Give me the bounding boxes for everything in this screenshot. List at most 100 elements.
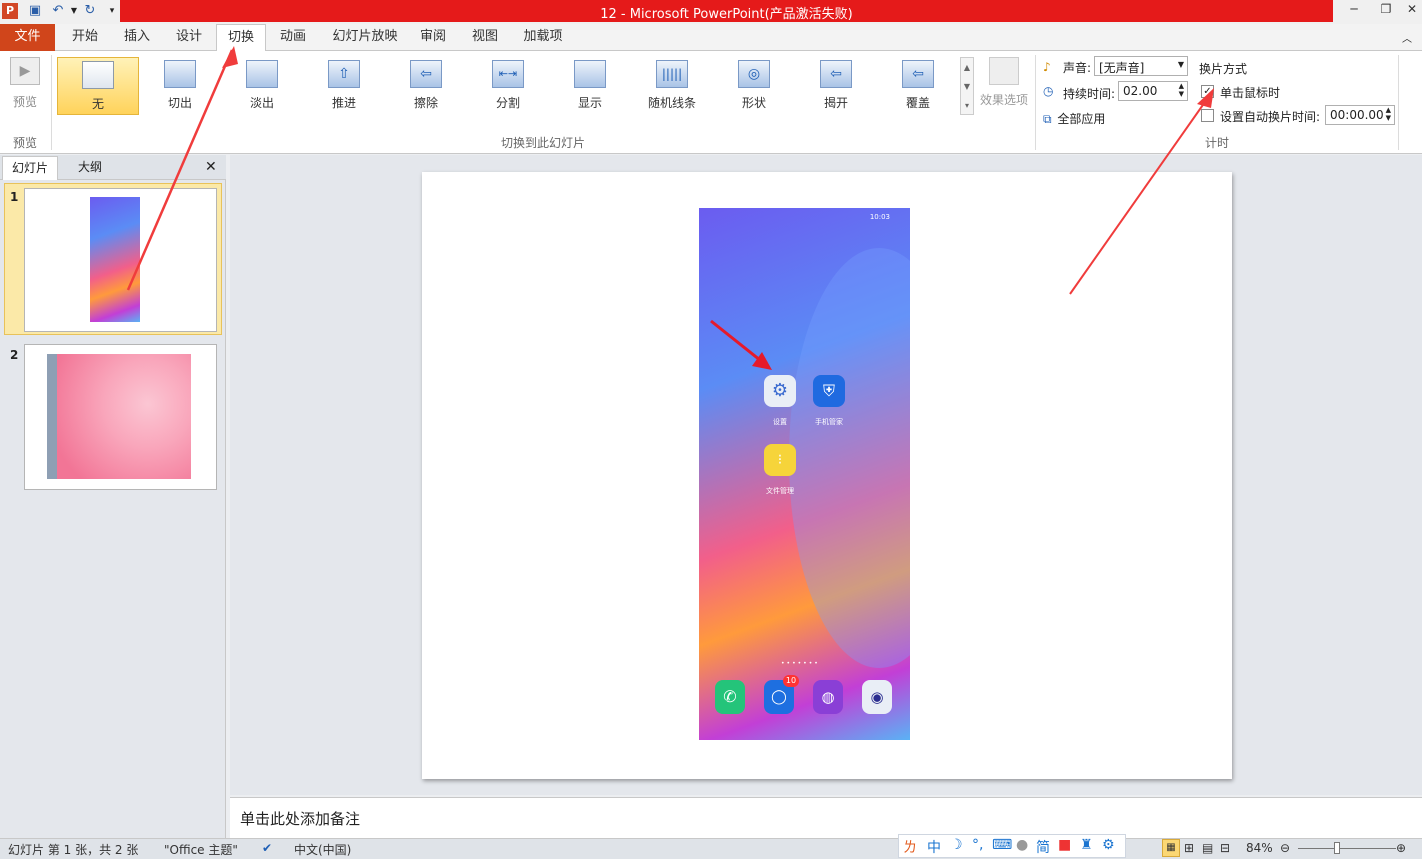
on-click-checkbox[interactable]: ✓: [1201, 85, 1214, 98]
transition-label: 形状: [741, 96, 766, 110]
minimize-icon[interactable]: ─: [1340, 2, 1368, 20]
slideshow-view-icon[interactable]: ⊟: [1220, 841, 1230, 855]
zoom-slider-thumb[interactable]: [1334, 842, 1340, 854]
folder-icon[interactable]: ⁝: [764, 444, 796, 476]
transition-fade-icon: [246, 60, 278, 88]
tab-design[interactable]: 设计: [164, 24, 214, 51]
advance-slide-title: 换片方式: [1199, 62, 1248, 76]
transition-split[interactable]: ⇤⇥ 分割: [475, 57, 541, 115]
user-icon[interactable]: ●: [1016, 837, 1028, 853]
spell-check-icon[interactable]: ✔: [262, 841, 272, 855]
tab-outline[interactable]: 大纲: [62, 156, 118, 180]
gallery-scrollbar[interactable]: ▲ ▼ ▾: [960, 57, 974, 115]
transition-reveal[interactable]: 显示: [557, 57, 623, 115]
sorter-view-icon[interactable]: ⊞: [1184, 841, 1194, 855]
redo-icon[interactable]: ↻: [82, 3, 98, 19]
transition-label: 分割: [495, 96, 520, 110]
transition-uncover-icon: ⇦: [820, 60, 852, 88]
transition-push[interactable]: ⇧ 推进: [311, 57, 377, 115]
zoom-in-icon[interactable]: ⊕: [1396, 841, 1406, 855]
tab-file[interactable]: 文件: [0, 24, 55, 51]
slide-thumbnail-2[interactable]: [24, 344, 217, 490]
transition-wipe[interactable]: ⇦ 擦除: [393, 57, 459, 115]
shield-icon[interactable]: ⛨: [813, 375, 845, 407]
transition-push-icon: ⇧: [328, 60, 360, 88]
thumb-pink-image: [47, 354, 191, 479]
close-window-icon[interactable]: ✕: [1402, 2, 1422, 20]
tab-slides[interactable]: 幻灯片: [2, 156, 58, 180]
app-icon[interactable]: P: [2, 3, 18, 19]
transition-random-bars[interactable]: ||||| 随机线条: [639, 57, 705, 115]
auto-after-checkbox[interactable]: [1201, 109, 1214, 122]
restore-icon[interactable]: ❐: [1372, 2, 1400, 20]
transition-uncover[interactable]: ⇦ 揭开: [803, 57, 869, 115]
customize-toolbar-icon[interactable]: ▾: [104, 3, 120, 19]
notes-placeholder[interactable]: 单击此处添加备注: [240, 808, 360, 829]
apply-all-button[interactable]: ⧉ 全部应用: [1043, 110, 1123, 128]
transition-none[interactable]: 无: [57, 57, 139, 115]
zoom-slider[interactable]: [1298, 848, 1396, 849]
collapse-ribbon-icon[interactable]: ︿: [1402, 30, 1412, 45]
settings-icon[interactable]: ⚙: [764, 375, 796, 407]
keyboard-icon[interactable]: ⌨: [992, 837, 1012, 853]
transition-cut-icon: [164, 60, 196, 88]
transition-label: 淡出: [249, 96, 274, 110]
browser-icon[interactable]: ◍: [813, 680, 843, 714]
slide-thumbnail-1[interactable]: [24, 188, 217, 332]
preview-button[interactable]: ▶ 预览: [4, 57, 46, 113]
tab-slideshow[interactable]: 幻灯片放映: [322, 24, 408, 51]
skin-icon[interactable]: ♜: [1080, 837, 1093, 853]
undo-dropdown-icon[interactable]: ▼: [66, 3, 82, 19]
ime-simplified[interactable]: 简: [1036, 837, 1050, 857]
auto-after-input[interactable]: 00:00.00 ▲ ▼: [1325, 105, 1395, 125]
transition-label: 无: [91, 97, 104, 111]
auto-after-label: 设置自动换片时间:: [1220, 110, 1321, 124]
effect-options-button[interactable]: 效果选项: [978, 57, 1030, 121]
zoom-level[interactable]: 84%: [1246, 841, 1273, 855]
on-click-label: 单击鼠标时: [1220, 86, 1281, 100]
notes-pane[interactable]: [230, 797, 1422, 838]
tab-transitions[interactable]: 切换: [216, 24, 266, 52]
tab-insert[interactable]: 插入: [112, 24, 162, 51]
transition-reveal-icon: [574, 60, 606, 88]
transition-label: 覆盖: [905, 96, 930, 110]
transition-split-icon: ⇤⇥: [492, 60, 524, 88]
transition-shape[interactable]: ◎ 形状: [721, 57, 787, 115]
moon-icon[interactable]: ☽: [950, 837, 963, 853]
phone-screenshot[interactable]: 10:03 ⚙ 设置 ⛨ 手机管家 ⁝ 文件管理 ••••••• ✆ ◯ 10 …: [699, 208, 910, 740]
theme-name[interactable]: "Office 主题": [164, 841, 238, 858]
window-title: 12 - Microsoft PowerPoint(产品激活失败): [600, 7, 853, 22]
undo-icon[interactable]: ↶: [50, 3, 66, 19]
save-icon[interactable]: ▣: [27, 3, 43, 19]
transition-cut[interactable]: 切出: [147, 57, 213, 115]
preview-icon: ▶: [10, 57, 40, 85]
transition-label: 揭开: [823, 96, 848, 110]
transition-cover-icon: ⇦: [902, 60, 934, 88]
reading-view-icon[interactable]: ▤: [1202, 841, 1213, 855]
camera-icon[interactable]: ◉: [862, 680, 892, 714]
app-label: 设置: [773, 418, 787, 426]
ime-logo-icon[interactable]: ㄌ: [903, 837, 917, 857]
close-pane-icon[interactable]: ✕: [205, 159, 217, 175]
phone-icon[interactable]: ✆: [715, 680, 745, 714]
sound-select[interactable]: [无声音] ▼: [1094, 56, 1188, 76]
tab-animations[interactable]: 动画: [268, 24, 318, 51]
zoom-out-icon[interactable]: ⊖: [1280, 841, 1290, 855]
chevron-down-icon: ▼: [1177, 60, 1184, 69]
video-icon[interactable]: ■: [1058, 837, 1071, 853]
tab-review[interactable]: 审阅: [410, 24, 456, 51]
tab-view[interactable]: 视图: [460, 24, 510, 51]
duration-input[interactable]: 02.00 ▲ ▼: [1118, 81, 1188, 101]
language[interactable]: 中文(中国): [294, 841, 351, 858]
divider: [1398, 55, 1399, 150]
normal-view-icon[interactable]: ▦: [1162, 839, 1180, 857]
tab-addins[interactable]: 加载项: [514, 24, 572, 51]
spinner-icon: ▲ ▼: [1178, 82, 1184, 98]
transition-fade[interactable]: 淡出: [229, 57, 295, 115]
ime-chinese-mode[interactable]: 中: [927, 837, 941, 857]
tab-home[interactable]: 开始: [60, 24, 110, 51]
gear-icon[interactable]: ⚙: [1102, 837, 1115, 853]
transition-cover[interactable]: ⇦ 覆盖: [885, 57, 951, 115]
punctuation-icon[interactable]: °,: [972, 837, 983, 853]
transition-shape-icon: ◎: [738, 60, 770, 88]
